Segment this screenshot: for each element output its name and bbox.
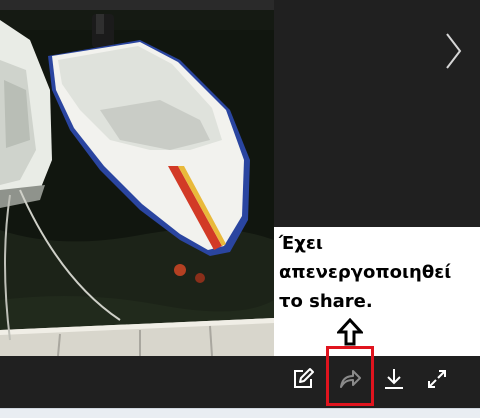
annotation-text: Έχει απενεργοποιηθεί το share.: [277, 227, 477, 320]
annotation-line: Έχει: [279, 233, 323, 254]
share-highlight: [326, 346, 374, 406]
fullscreen-button[interactable]: [424, 366, 450, 392]
arrow-up-icon: [335, 317, 365, 346]
edit-button[interactable]: [290, 366, 316, 392]
boats-photo: [0, 0, 274, 356]
chevron-right-icon: [446, 33, 462, 69]
download-icon: [385, 369, 403, 389]
viewer-toolbar: [0, 356, 480, 408]
photo-viewer: Έχει απενεργοποιηθεί το share.: [0, 0, 480, 418]
annotation-line: το share.: [279, 291, 373, 312]
download-button[interactable]: [381, 366, 407, 392]
next-button[interactable]: [440, 30, 466, 72]
annotation-line: απενεργοποιηθεί: [279, 262, 452, 283]
edit-icon: [294, 368, 314, 388]
fullscreen-icon: [428, 370, 446, 388]
bottom-strip: [0, 408, 480, 418]
photo: [0, 0, 274, 356]
